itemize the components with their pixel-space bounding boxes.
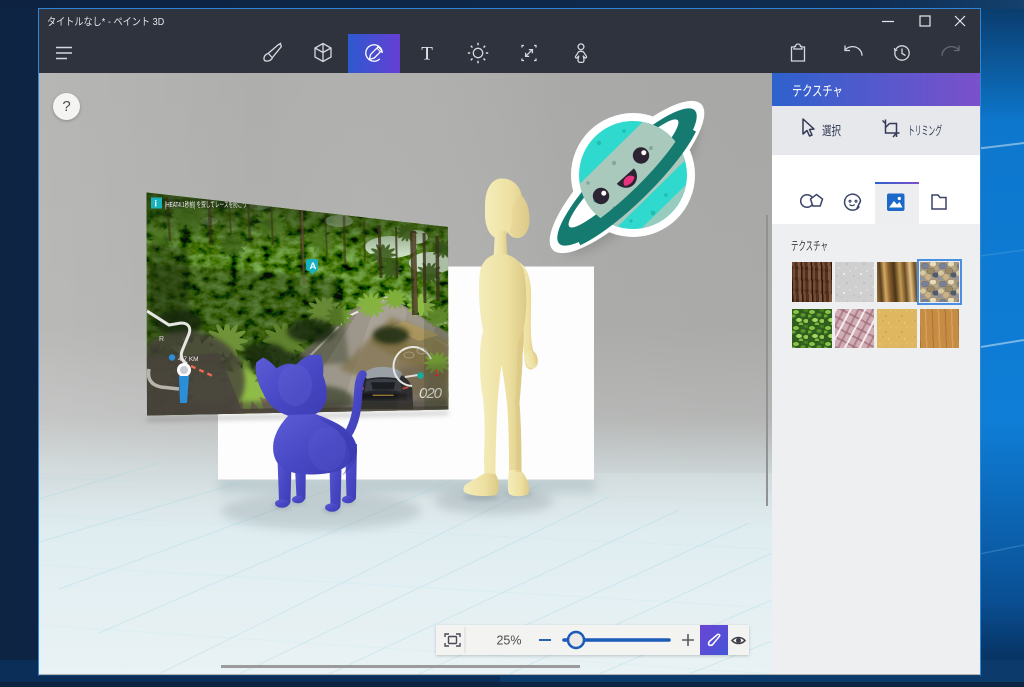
svg-text:25%: 25% [496, 634, 521, 648]
svg-text:トリミング: トリミング [908, 124, 942, 138]
svg-text:選択: 選択 [822, 124, 841, 138]
svg-text:4.7 KM: 4.7 KM [178, 356, 199, 363]
svg-text:i: i [155, 199, 158, 209]
svg-text:T: T [421, 44, 433, 65]
svg-text:R: R [159, 336, 164, 343]
svg-text:A: A [310, 261, 317, 272]
